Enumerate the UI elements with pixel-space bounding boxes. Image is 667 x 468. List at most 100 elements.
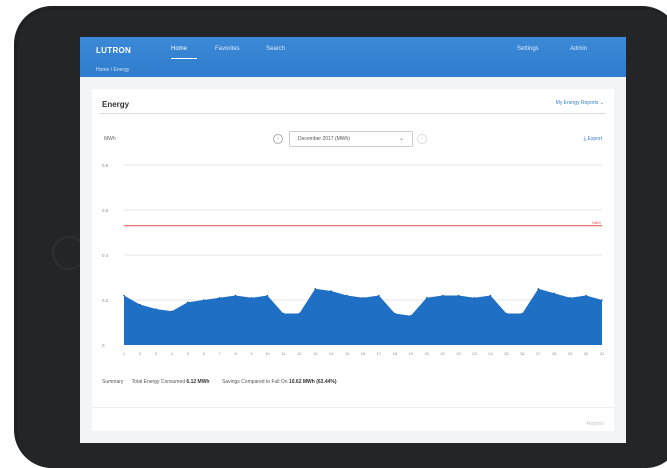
- data-point: [298, 312, 301, 315]
- chevron-down-icon: ⌄: [398, 136, 404, 142]
- y-tick-label: 0.2: [102, 298, 109, 303]
- x-tick-label: 13: [313, 351, 318, 356]
- savings-label: Savings Compared to Full On: [222, 379, 288, 385]
- data-point: [123, 294, 125, 297]
- x-tick-label: 29: [568, 351, 573, 356]
- savings-value: 10.62 MWh (63.44%): [288, 379, 337, 385]
- data-point: [585, 294, 587, 297]
- data-point: [410, 315, 412, 317]
- data-point: [186, 301, 189, 304]
- y-tick-label: 0: [102, 343, 105, 348]
- export-button[interactable]: ⤓ Export: [584, 136, 603, 143]
- period-select[interactable]: December 2017 (MWh) ⌄: [289, 131, 413, 147]
- prev-period-icon[interactable]: ‹: [273, 134, 283, 144]
- data-point: [505, 312, 508, 315]
- period-select-value: December 2017 (MWh): [298, 136, 350, 142]
- x-tick-label: 1: [123, 351, 126, 356]
- data-point: [234, 294, 237, 297]
- data-point: [282, 312, 285, 315]
- summary-row: Summary Total Energy Consumed 6.12 MWh S…: [102, 379, 337, 385]
- data-point: [266, 294, 269, 297]
- nav-admin[interactable]: Admin: [570, 46, 587, 52]
- x-tick-label: 16: [361, 351, 366, 356]
- data-point: [362, 297, 364, 299]
- data-point: [441, 294, 444, 297]
- brand-logo: LUTRON: [96, 46, 132, 55]
- x-tick-label: 28: [552, 351, 557, 356]
- x-tick-label: 15: [345, 351, 350, 356]
- data-point: [171, 310, 173, 313]
- data-point: [330, 290, 332, 292]
- x-tick-label: 20: [424, 351, 429, 356]
- unit-label: MWh: [104, 136, 116, 142]
- data-point: [457, 294, 460, 297]
- x-tick-label: 2: [139, 351, 142, 356]
- breadcrumb[interactable]: Home / Energy: [96, 67, 129, 73]
- data-point: [250, 297, 253, 299]
- data-point: [378, 294, 380, 297]
- x-tick-label: 8: [234, 351, 237, 356]
- data-point: [394, 312, 396, 315]
- x-tick-label: 27: [536, 351, 541, 356]
- x-tick-label: 19: [409, 351, 414, 356]
- top-bar: LUTRON Home Favorites Search Settings Ad…: [80, 37, 626, 77]
- x-tick-label: 4: [171, 351, 174, 356]
- data-point: [569, 297, 571, 299]
- x-tick-label: 30: [584, 351, 589, 356]
- energy-card: Energy My Energy Reports ⌄ MWh ‹ Decembe…: [92, 89, 614, 431]
- data-point: [155, 308, 157, 310]
- x-tick-label: 26: [520, 351, 525, 356]
- data-point: [601, 299, 603, 301]
- data-point: [521, 312, 524, 315]
- x-tick-label: 17: [377, 351, 382, 356]
- x-tick-label: 7: [218, 351, 221, 356]
- nav-home[interactable]: Home: [171, 46, 187, 52]
- footer-divider: [92, 407, 614, 408]
- divider: [100, 113, 606, 114]
- x-tick-label: 21: [440, 351, 445, 356]
- x-tick-label: 31: [600, 351, 605, 356]
- next-period-icon[interactable]: ›: [417, 134, 427, 144]
- x-tick-label: 25: [504, 351, 509, 356]
- x-tick-label: 23: [472, 351, 477, 356]
- x-tick-label: 10: [265, 351, 270, 356]
- nav-favorites[interactable]: Favorites: [215, 46, 240, 52]
- footer-link[interactable]: Reports: [586, 421, 604, 427]
- x-tick-label: 11: [281, 351, 286, 356]
- data-point: [346, 294, 348, 297]
- data-point: [553, 292, 555, 295]
- data-point: [202, 299, 205, 301]
- data-point: [139, 303, 141, 306]
- download-icon: ⤓: [583, 136, 587, 142]
- nav-search[interactable]: Search: [266, 46, 285, 52]
- x-tick-label: 18: [393, 351, 398, 356]
- export-label: Export: [587, 136, 602, 142]
- energy-reports-link[interactable]: My Energy Reports ⌄: [556, 100, 604, 106]
- x-tick-label: 3: [155, 351, 158, 356]
- x-tick-label: 12: [297, 351, 302, 356]
- total-value: 6.12 MWh: [186, 379, 210, 385]
- data-point: [537, 288, 540, 290]
- app-screen: LUTRON Home Favorites Search Settings Ad…: [80, 37, 626, 443]
- x-tick-label: 5: [187, 351, 190, 356]
- x-tick-label: 14: [329, 351, 334, 356]
- page-title: Energy: [102, 100, 130, 109]
- data-point: [218, 297, 221, 299]
- y-tick-label: 0.4: [102, 253, 109, 258]
- y-tick-label: 0.8: [102, 163, 109, 168]
- energy-chart: 00.20.40.60.8MAX1 2 3 4 5 6 7 8 9 10 11 12 13 14 15 16 1…: [102, 163, 605, 356]
- nav-active-indicator: [171, 58, 197, 59]
- summary-label: Summary: [102, 379, 124, 385]
- data-point: [489, 294, 492, 297]
- total-label: Total Energy Consumed: [131, 379, 186, 385]
- nav-settings[interactable]: Settings: [517, 46, 539, 52]
- x-tick-label: 6: [203, 351, 206, 356]
- data-point: [425, 297, 428, 299]
- x-tick-label: 24: [488, 351, 493, 356]
- data-point: [314, 288, 316, 290]
- data-point: [473, 297, 476, 299]
- x-tick-label: 9: [250, 351, 253, 356]
- baseline-label: MAX: [592, 220, 601, 225]
- y-tick-label: 0.6: [102, 208, 109, 213]
- x-tick-label: 22: [456, 351, 461, 356]
